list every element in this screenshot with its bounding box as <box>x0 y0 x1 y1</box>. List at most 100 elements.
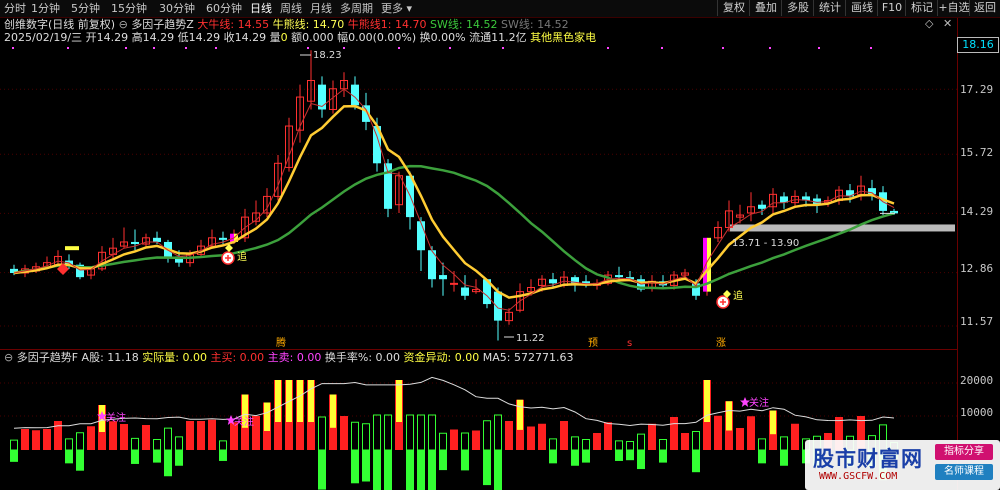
volume-bar <box>373 450 381 490</box>
volume-bar <box>32 430 40 450</box>
volume-bar-outline <box>571 436 579 451</box>
volume-bar <box>604 422 612 450</box>
volume-bar-outline <box>153 439 161 451</box>
volume-bar <box>417 450 425 490</box>
marker-zhang: 涨 <box>716 337 726 349</box>
volume-bar <box>461 450 469 471</box>
volume-bar <box>153 450 161 463</box>
vol-tick-2: 10000 <box>960 406 994 419</box>
guanzhu-label-3: 关注 <box>749 396 769 409</box>
signal-dot <box>343 47 345 49</box>
volume-bar-outline <box>549 438 557 451</box>
candle-body <box>549 279 557 284</box>
volume-bar-outline <box>626 441 634 451</box>
signal-dot <box>153 47 155 49</box>
volume-bar <box>219 450 227 461</box>
signal-dot <box>125 47 127 49</box>
volume-bar-outline <box>758 438 766 451</box>
volume-bar <box>494 450 502 490</box>
volume-bar-outline <box>494 414 502 451</box>
volume-bar <box>681 433 689 450</box>
watermark-tag-share: 指标分享 <box>935 444 993 460</box>
volume-bar <box>505 421 513 450</box>
kline-chart[interactable]: 18.23 11.22 13.71 - 13.90 追 追 腾 预 s 涨 关注… <box>0 0 957 490</box>
volume-bar <box>527 426 535 450</box>
volume-bar <box>692 450 700 473</box>
volume-bar <box>637 450 645 470</box>
volume-bar <box>208 419 216 450</box>
volume-bar <box>670 417 678 450</box>
volume-bar <box>791 423 799 450</box>
volume-bar <box>406 450 414 490</box>
volume-bar-outline <box>483 420 491 451</box>
volume-bar <box>648 423 656 450</box>
volume-bar <box>362 450 370 482</box>
volume-bar-outline <box>428 414 436 451</box>
signal-dot <box>502 47 504 49</box>
candle-body <box>439 275 447 280</box>
volume-bar <box>736 428 744 450</box>
volume-bar-outline <box>615 440 623 451</box>
volume-bar-outline <box>439 432 447 451</box>
volume-bar <box>428 450 436 490</box>
candle-body <box>494 291 502 321</box>
volume-bar-outline <box>780 436 788 451</box>
marker-yu: 预 <box>588 337 598 349</box>
volume-bar <box>21 429 29 450</box>
volume-bar <box>593 433 601 450</box>
volume-bar <box>318 450 326 490</box>
price-axis-line <box>957 18 958 490</box>
signal-dot <box>307 47 309 49</box>
volume-bar <box>538 423 546 450</box>
volume-bar-outline <box>384 414 392 451</box>
signal-dot <box>449 47 451 49</box>
watermark-tag-course: 名师课程 <box>935 464 993 480</box>
volume-bar-outline <box>131 437 139 451</box>
volume-bar <box>384 450 392 490</box>
signal-dot <box>722 47 724 49</box>
back-button[interactable]: 返回 <box>969 0 1000 16</box>
candle-body <box>153 237 161 242</box>
volume-bar <box>560 421 568 450</box>
volume-bar-highlight <box>297 380 303 422</box>
signal-dot <box>215 47 217 49</box>
volume-bar-outline <box>76 432 84 451</box>
volume-bar-outline <box>417 414 425 451</box>
signal-dot <box>607 47 609 49</box>
signal-dot <box>67 47 69 49</box>
volume-bar <box>483 450 491 486</box>
volume-bar <box>626 450 634 461</box>
volume-bar-highlight <box>517 399 523 430</box>
volume-bar-outline <box>351 421 359 451</box>
volume-bar <box>450 429 458 450</box>
volume-bar <box>659 450 667 463</box>
watermark-url: WWW.GSCFW.COM <box>819 471 898 482</box>
candle-body <box>868 188 876 195</box>
guanzhu-label-2: 关注 <box>234 415 254 428</box>
volume-bar <box>10 450 18 462</box>
vol-tick-1: 20000 <box>960 374 994 387</box>
volume-bar <box>197 421 205 450</box>
signal-dot <box>398 47 400 49</box>
volume-bar-outline <box>692 431 700 451</box>
signal-dot <box>769 47 771 49</box>
volume-bar <box>571 450 579 466</box>
volume-bar-highlight <box>330 394 336 428</box>
volume-bar <box>549 450 557 464</box>
volume-bar <box>439 450 447 471</box>
volume-bar <box>747 416 755 450</box>
candle-body <box>615 275 623 278</box>
volume-bar-outline <box>65 438 73 451</box>
price-tick-1: 17.29 <box>960 83 994 96</box>
volume-bar <box>615 450 623 461</box>
volume-bar-highlight <box>396 380 402 422</box>
volume-bar <box>43 429 51 450</box>
volume-bar-outline <box>175 436 183 451</box>
volume-bar <box>142 425 150 450</box>
volume-bar-outline <box>659 439 667 451</box>
volume-bar <box>714 415 722 450</box>
price-tick-5: 11.57 <box>960 315 994 328</box>
volume-bar-highlight <box>264 402 270 431</box>
volume-bar <box>76 450 84 471</box>
signal-dot <box>870 47 872 49</box>
